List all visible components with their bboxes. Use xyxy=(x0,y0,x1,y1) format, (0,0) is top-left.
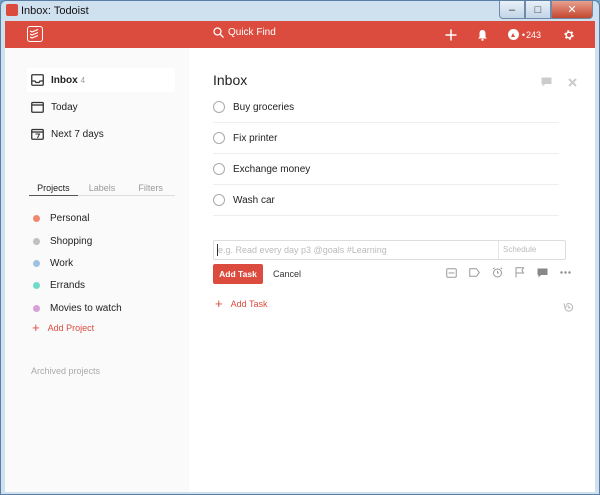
add-task-plus-icon[interactable] xyxy=(445,29,457,41)
maximize-button[interactable]: □ xyxy=(525,1,551,19)
task-item[interactable]: Exchange money xyxy=(213,154,559,185)
calendar-week-icon xyxy=(31,128,45,140)
tab-filters[interactable]: Filters xyxy=(126,182,175,195)
project-select-icon[interactable] xyxy=(446,267,457,278)
task-label: Fix printer xyxy=(233,132,278,144)
add-project-button[interactable]: + Add Project xyxy=(32,320,95,335)
comment-icon[interactable] xyxy=(541,74,552,92)
karma-indicator[interactable]: • 243 xyxy=(507,29,541,40)
plus-icon: + xyxy=(32,320,40,335)
sidebar-item-label: Inbox xyxy=(51,74,78,86)
sidebar-tabs: Projects Labels Filters xyxy=(29,182,175,196)
project-label: Personal xyxy=(50,212,90,224)
quick-find[interactable]: Quick Find xyxy=(213,27,276,38)
inbox-count: 4 xyxy=(80,75,86,85)
task-label: Buy groceries xyxy=(233,101,295,113)
project-color-dot xyxy=(33,237,40,245)
search-icon xyxy=(213,27,224,38)
settings-gear-icon[interactable] xyxy=(563,29,575,41)
task-checkbox[interactable] xyxy=(213,163,225,175)
sidebar-item-next-7-days[interactable]: Next 7 days xyxy=(27,122,175,146)
top-actions: • 243 xyxy=(445,21,595,48)
editor-tools xyxy=(446,267,583,278)
sidebar: Inbox 4 Today Next 7 days Projects Label… xyxy=(5,48,189,492)
sidebar-item-today[interactable]: Today xyxy=(27,95,175,119)
cancel-button[interactable]: Cancel xyxy=(273,269,301,279)
project-item-errands[interactable]: Errands xyxy=(33,277,85,293)
todoist-logo-icon[interactable] xyxy=(27,26,43,42)
quick-find-label: Quick Find xyxy=(228,27,276,38)
project-color-dot xyxy=(33,281,40,289)
task-item[interactable]: Wash car xyxy=(213,185,559,216)
project-label: Shopping xyxy=(50,235,93,247)
task-item[interactable]: Fix printer xyxy=(213,123,559,154)
project-item-movies-to-watch[interactable]: Movies to watch xyxy=(33,300,122,316)
minimize-button[interactable]: – xyxy=(499,1,525,19)
karma-icon xyxy=(507,29,519,40)
header-actions xyxy=(525,74,577,92)
window-title: Inbox: Todoist xyxy=(21,5,89,17)
tab-labels[interactable]: Labels xyxy=(78,182,127,195)
task-checkbox[interactable] xyxy=(213,132,225,144)
add-task-button[interactable]: Add Task xyxy=(213,264,263,284)
app-window: Inbox: Todoist – □ ✕ Quick Find • 243 In… xyxy=(0,0,600,495)
karma-prefix: • xyxy=(521,29,525,40)
project-color-dot xyxy=(33,304,40,312)
project-color-dot xyxy=(33,259,40,267)
inbox-icon xyxy=(31,74,45,86)
sidebar-item-label: Next 7 days xyxy=(51,128,104,140)
priority-flag-icon[interactable] xyxy=(515,267,525,278)
schedule-input[interactable]: Schedule xyxy=(498,241,565,259)
sidebar-item-inbox[interactable]: Inbox 4 xyxy=(27,68,175,92)
project-item-personal[interactable]: Personal xyxy=(33,210,89,226)
text-cursor xyxy=(217,244,218,256)
task-checkbox[interactable] xyxy=(213,101,225,113)
top-bar: Quick Find • 243 xyxy=(5,21,595,48)
task-label: Wash car xyxy=(233,194,275,206)
notifications-bell-icon[interactable] xyxy=(477,29,488,41)
task-item[interactable]: Buy groceries xyxy=(213,92,559,123)
calendar-icon xyxy=(31,101,45,113)
label-tag-icon[interactable] xyxy=(469,268,480,277)
page-title: Inbox xyxy=(213,72,248,88)
more-options-icon[interactable] xyxy=(560,271,571,274)
task-checkbox[interactable] xyxy=(213,194,225,206)
project-label: Work xyxy=(50,257,74,269)
project-label: Errands xyxy=(50,279,86,291)
history-icon[interactable] xyxy=(563,300,574,318)
karma-count: 243 xyxy=(525,29,541,40)
archived-projects-link[interactable]: Archived projects xyxy=(31,366,100,376)
project-item-shopping[interactable]: Shopping xyxy=(33,233,92,249)
close-icon[interactable] xyxy=(568,74,577,92)
add-project-label: Add Project xyxy=(47,323,95,333)
app-client: Quick Find • 243 Inbox 4 Today Next 7 da… xyxy=(5,21,595,492)
app-icon xyxy=(6,4,18,16)
close-button[interactable]: ✕ xyxy=(551,1,593,19)
add-task-link[interactable]: + Add Task xyxy=(215,296,268,311)
project-color-dot xyxy=(33,214,40,222)
window-controls: – □ ✕ xyxy=(499,1,593,19)
project-item-work[interactable]: Work xyxy=(33,255,73,271)
add-task-link-label: Add Task xyxy=(230,299,268,309)
tab-projects[interactable]: Projects xyxy=(29,182,78,196)
task-editor: Schedule xyxy=(213,240,566,260)
plus-icon: + xyxy=(215,296,223,311)
task-label: Exchange money xyxy=(233,163,311,175)
title-bar: Inbox: Todoist – □ ✕ xyxy=(1,1,599,21)
reminder-alarm-icon[interactable] xyxy=(492,267,503,278)
sidebar-item-label: Today xyxy=(51,101,78,113)
project-label: Movies to watch xyxy=(50,302,122,314)
comment-icon[interactable] xyxy=(537,268,548,278)
task-content-input[interactable] xyxy=(214,241,498,259)
main-content: Inbox Buy groceries Fix printer Exchange xyxy=(189,48,595,492)
